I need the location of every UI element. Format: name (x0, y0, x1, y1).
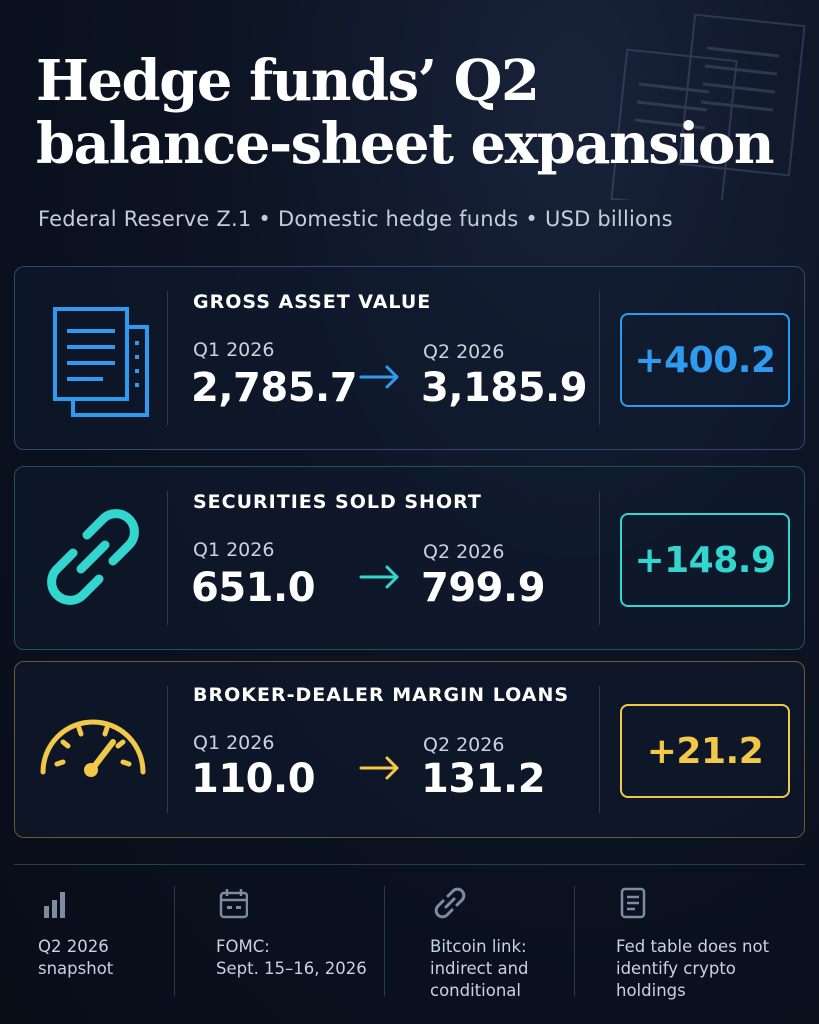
document-icon (53, 307, 149, 417)
arrow-right-icon (359, 365, 399, 389)
calendar-icon (219, 889, 249, 919)
card-securities-sold-short: SECURITIES SOLD SHORT Q1 2026 651.0 Q2 2… (14, 466, 805, 650)
footer-item-fed-table: Fed table does not identify crypto holdi… (616, 886, 806, 1000)
delta-badge: +21.2 (620, 704, 790, 798)
card-divider (599, 291, 600, 425)
delta-badge: +400.2 (620, 313, 790, 407)
q1-value: 651.0 (191, 565, 316, 611)
footer-text: Q2 2026 snapshot (38, 937, 114, 978)
footer-column-divider (574, 886, 575, 996)
card-divider (167, 291, 168, 425)
footer-column-divider (384, 886, 385, 996)
subtitle-source: Federal Reserve Z.1 (38, 207, 252, 231)
footer-text: Bitcoin link: indirect and conditional (430, 937, 529, 1000)
subtitle-unit: USD billions (545, 207, 673, 231)
page-title: Hedge funds’ Q2 balance-sheet expansion (36, 48, 775, 178)
q2-label: Q2 2026 (423, 734, 505, 756)
footer-item-fomc: FOMC: Sept. 15–16, 2026 (216, 886, 376, 998)
footer-text: FOMC: Sept. 15–16, 2026 (216, 937, 367, 978)
delta-badge: +148.9 (620, 513, 790, 607)
footer-divider (14, 864, 805, 865)
gauge-icon (40, 719, 146, 777)
q1-label: Q1 2026 (193, 539, 275, 561)
card-divider (167, 491, 168, 625)
subtitle-separator: • (525, 207, 539, 231)
subtitle-separator: • (258, 207, 272, 231)
metric-label: GROSS ASSET VALUE (193, 291, 432, 313)
subtitle: Federal Reserve Z.1 • Domestic hedge funds… (38, 207, 673, 231)
document-icon (620, 887, 646, 919)
q2-value: 3,185.9 (421, 365, 588, 411)
footer-text: Fed table does not identify crypto holdi… (616, 937, 770, 1000)
metric-label: SECURITIES SOLD SHORT (193, 491, 482, 513)
arrow-right-icon (359, 565, 399, 589)
footer-item-snapshot: Q2 2026 snapshot (38, 886, 168, 998)
footer-item-bitcoin-link: Bitcoin link: indirect and conditional (430, 886, 560, 1000)
card-broker-dealer-margin-loans: BROKER-DEALER MARGIN LOANS Q1 2026 110.0… (14, 661, 805, 838)
q2-value: 799.9 (421, 565, 546, 611)
footer-column-divider (174, 886, 175, 996)
q1-value: 110.0 (191, 756, 316, 802)
bar-chart-icon (44, 892, 65, 918)
title-line-2: balance-sheet expansion (36, 111, 775, 178)
metric-label: BROKER-DEALER MARGIN LOANS (193, 684, 570, 706)
q1-label: Q1 2026 (193, 339, 275, 361)
title-line-1: Hedge funds’ Q2 (36, 48, 540, 114)
q2-label: Q2 2026 (423, 341, 505, 363)
q1-value: 2,785.7 (191, 365, 358, 411)
q1-label: Q1 2026 (193, 732, 275, 754)
link-icon (434, 887, 466, 919)
card-divider (599, 491, 600, 625)
q2-value: 131.2 (421, 756, 546, 802)
card-divider (167, 686, 168, 813)
subtitle-scope: Domestic hedge funds (278, 207, 519, 231)
chain-link-icon (47, 509, 139, 605)
card-divider (599, 686, 600, 813)
q2-label: Q2 2026 (423, 541, 505, 563)
card-gross-asset-value: GROSS ASSET VALUE Q1 2026 2,785.7 Q2 202… (14, 266, 805, 450)
arrow-right-icon (359, 756, 399, 780)
